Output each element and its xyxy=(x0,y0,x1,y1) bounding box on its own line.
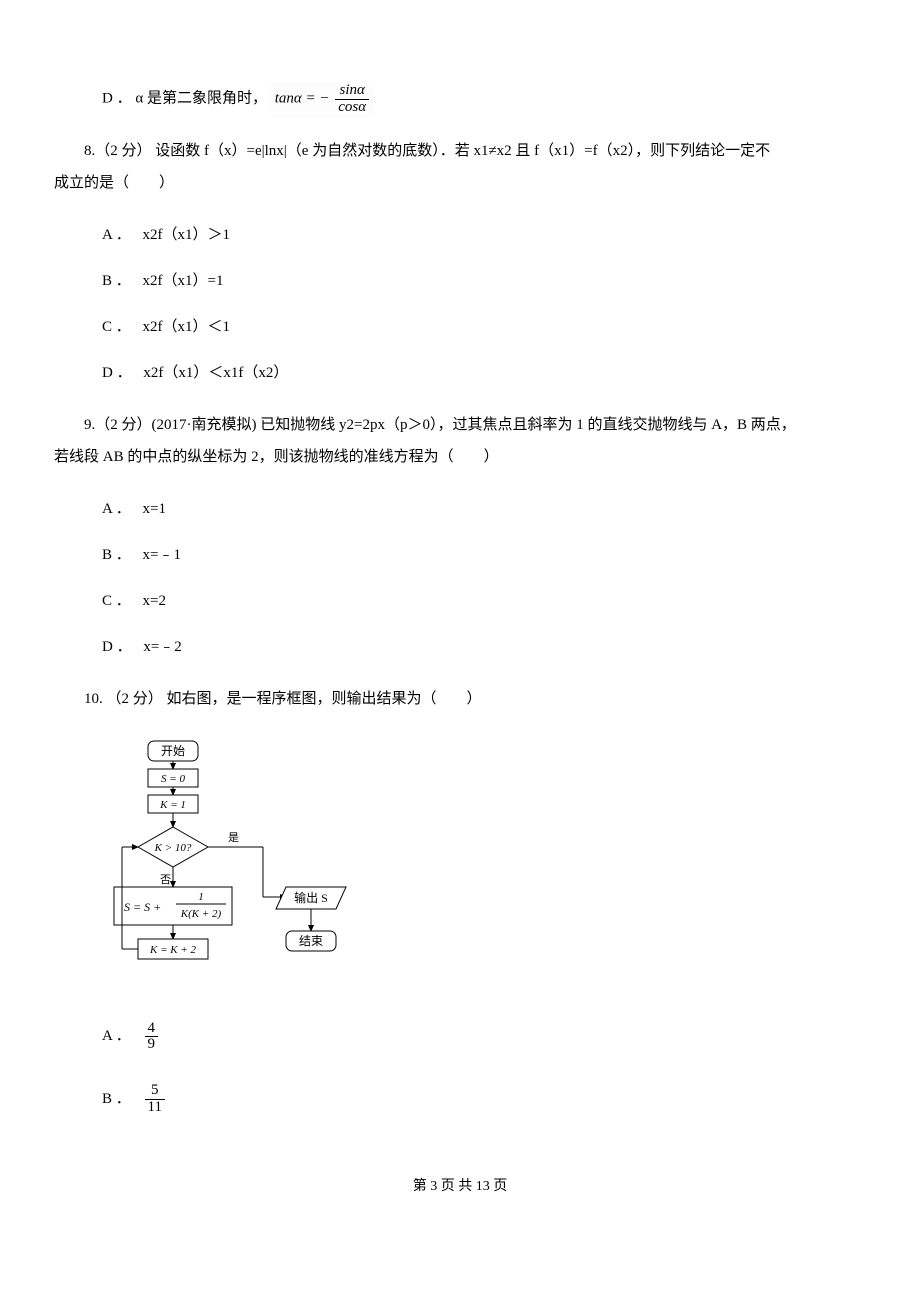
formula-lhs: tanα = − xyxy=(275,91,334,107)
option-label: B ． xyxy=(102,547,131,563)
option-text: x=1 xyxy=(143,501,166,517)
fraction-num: sinα xyxy=(335,83,369,99)
fraction-den: 11 xyxy=(145,1099,165,1116)
q9-option-a: A ． x=1 xyxy=(102,497,866,521)
fraction-num: 5 xyxy=(145,1083,165,1099)
option-text: x=﹣1 xyxy=(143,547,181,563)
q9-stem-line2: 若线段 AB 的中点的纵坐标为 2，则该抛物线的准线方程为（ ） xyxy=(54,445,866,469)
option-text: x2f（x1）=1 xyxy=(143,273,224,289)
option-label: D ． xyxy=(102,365,132,381)
flow-s0: S = 0 xyxy=(161,773,185,785)
option-text: x=2 xyxy=(143,593,166,609)
fraction-den: 9 xyxy=(145,1036,159,1053)
flow-no: 否 xyxy=(160,874,171,886)
flow-upd-num: 1 xyxy=(198,891,204,903)
question-8: 8.（2 分） 设函数 f（x）=e|lnx|（e 为自然对数的底数）．若 x1… xyxy=(54,139,866,195)
fraction: 4 9 xyxy=(145,1021,159,1054)
option-label: A ． xyxy=(102,501,131,517)
option-label: B ． xyxy=(102,273,131,289)
q8-stem-line2: 成立的是（ ） xyxy=(54,171,866,195)
option-text: α 是第二象限角时， xyxy=(135,91,267,107)
flowchart-figure: 开始 S = 0 K = 1 K > 10? 是 输出 S 结束 否 S = S… xyxy=(108,739,866,999)
flow-cond: K > 10? xyxy=(154,842,192,854)
option-label: D ． xyxy=(102,91,132,107)
flow-yes: 是 xyxy=(228,831,239,844)
question-9: 9.（2 分）(2017·南充模拟) 已知抛物线 y2=2px（p＞0），过其焦… xyxy=(54,413,866,469)
fraction-num: 4 xyxy=(145,1021,159,1037)
option-label: C ． xyxy=(102,593,131,609)
page-footer: 第 3 页 共 13 页 xyxy=(54,1176,866,1218)
option-text: x2f（x1）＜1 xyxy=(143,319,231,335)
option-text: x2f（x1）＜x1f（x2） xyxy=(143,365,288,381)
flow-inc: K = K + 2 xyxy=(149,944,197,956)
q9-option-b: B ． x=﹣1 xyxy=(102,543,866,567)
q8-option-d: D ． x2f（x1）＜x1f（x2） xyxy=(102,361,866,385)
option-label: B ． xyxy=(102,1091,131,1107)
option-text: x2f（x1）＞1 xyxy=(143,227,231,243)
q8-option-a: A ． x2f（x1）＞1 xyxy=(102,223,866,247)
option-label: A ． xyxy=(102,227,131,243)
fraction-den: cosα xyxy=(335,99,369,116)
option-label: A ． xyxy=(102,1028,131,1044)
flow-out: 输出 S xyxy=(294,890,328,905)
flow-upd-den: K(K + 2) xyxy=(180,908,222,920)
question-10: 10. （2 分） 如右图，是一程序框图，则输出结果为（ ） xyxy=(54,687,866,711)
formula-tan: tanα = − sinαcosα xyxy=(271,82,375,117)
option-label: C ． xyxy=(102,319,131,335)
flow-end: 结束 xyxy=(299,934,323,948)
q9-option-d: D ． x=﹣2 xyxy=(102,635,866,659)
flow-start: 开始 xyxy=(161,744,185,758)
option-text: x=﹣2 xyxy=(143,639,181,655)
flow-k1: K = 1 xyxy=(159,799,186,811)
q8-option-b: B ． x2f（x1）=1 xyxy=(102,269,866,293)
flow-upd-lhs: S = S + xyxy=(124,900,161,914)
fraction: 5 11 xyxy=(145,1083,165,1116)
q8-stem-line1: 8.（2 分） 设函数 f（x）=e|lnx|（e 为自然对数的底数）．若 x1… xyxy=(54,139,866,163)
q7-option-d: D ． α 是第二象限角时， tanα = − sinαcosα xyxy=(102,82,866,117)
q9-option-c: C ． x=2 xyxy=(102,589,866,613)
option-label: D ． xyxy=(102,639,132,655)
q10-option-a: A ． 4 9 xyxy=(102,1021,866,1054)
q10-option-b: B ． 5 11 xyxy=(102,1083,866,1116)
q8-option-c: C ． x2f（x1）＜1 xyxy=(102,315,866,339)
fraction: sinαcosα xyxy=(335,83,369,116)
q9-stem-line1: 9.（2 分）(2017·南充模拟) 已知抛物线 y2=2px（p＞0），过其焦… xyxy=(54,413,866,437)
q10-stem: 10. （2 分） 如右图，是一程序框图，则输出结果为（ ） xyxy=(54,687,866,711)
